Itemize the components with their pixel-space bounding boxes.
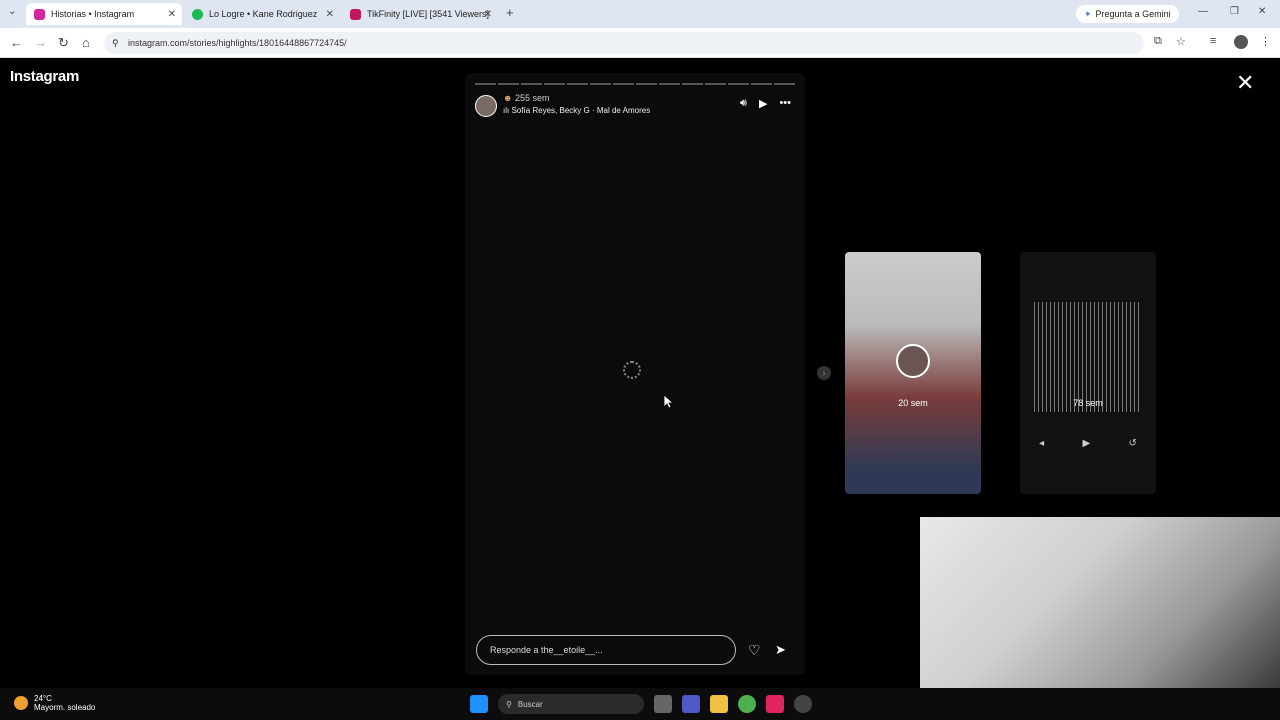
avatar: [896, 344, 930, 378]
tab-label: TikFinity [LIVE] [3541 Viewers]: [367, 9, 490, 19]
weather-widget[interactable]: 24°C Mayorm. soleado: [14, 694, 95, 712]
task-view-icon[interactable]: [654, 695, 672, 713]
volume-icon[interactable]: 🔊︎: [740, 97, 747, 110]
temperature: 24°C: [34, 694, 52, 703]
taskbar-icons: ⚲ Buscar: [470, 694, 812, 714]
taskbar-search[interactable]: ⚲ Buscar: [498, 694, 644, 714]
back-icon[interactable]: ←: [10, 35, 23, 50]
profile-avatar[interactable]: [1234, 35, 1248, 49]
new-tab-icon[interactable]: +: [506, 5, 514, 20]
instagram-logo[interactable]: Instagram: [10, 68, 79, 85]
tab-list-icon[interactable]: ⌄: [8, 6, 16, 17]
progress-segment: [498, 83, 519, 85]
story-time: ☻ 255 sem: [503, 93, 550, 103]
menu-kebab-icon[interactable]: ⋮: [1260, 35, 1271, 48]
site-info-icon[interactable]: ⚲: [112, 38, 119, 49]
search-icon: ⚲: [506, 699, 512, 709]
reply-input[interactable]: Responde a the__etoile__...: [476, 635, 736, 665]
play-icon: ▶: [1082, 438, 1091, 449]
verified-emoji-icon: ☻: [503, 93, 513, 103]
tikfinity-favicon-icon: [350, 8, 361, 20]
weather-text: Mayorm. soleado: [34, 703, 96, 712]
home-icon[interactable]: ⌂: [82, 35, 90, 50]
story-song-text: Sofía Reyes, Becky G · Mal de Amores: [511, 106, 651, 115]
tiktok-live-icon[interactable]: [766, 695, 784, 713]
minimize-icon[interactable]: —: [1198, 6, 1208, 17]
reload-icon[interactable]: ↻: [58, 35, 69, 51]
progress-segment: [682, 83, 703, 85]
spotify-favicon-icon: [192, 8, 203, 20]
story-progress-bar: [475, 83, 795, 85]
progress-segment: [751, 83, 772, 85]
next-story-preview[interactable]: 20 sem: [845, 252, 981, 494]
progress-segment: [613, 83, 634, 85]
chrome-icon[interactable]: [738, 695, 756, 713]
send-icon[interactable]: ➤: [775, 642, 786, 658]
instagram-favicon-icon: [34, 8, 45, 20]
teams-icon[interactable]: [682, 695, 700, 713]
browser-tab-bar: ⌄ Historias • Instagram ✕ Lo Logre • Kan…: [0, 0, 1280, 28]
music-bars-icon: ılı: [503, 106, 510, 115]
close-icon[interactable]: ✕: [168, 9, 176, 20]
tab-instagram[interactable]: Historias • Instagram ✕: [26, 3, 182, 25]
bookmark-star-icon[interactable]: ☆: [1176, 35, 1186, 48]
like-heart-icon[interactable]: ♡: [748, 642, 761, 659]
progress-segment: [636, 83, 657, 85]
preview-time: 78 sem: [1073, 398, 1103, 408]
progress-segment: [705, 83, 726, 85]
progress-segment: [521, 83, 542, 85]
tab-tikfinity[interactable]: TikFinity [LIVE] [3541 Viewers] ✕: [342, 3, 498, 25]
sun-icon: [14, 696, 28, 710]
gemini-icon: ✦: [1084, 8, 1092, 19]
windows-start-icon[interactable]: [470, 695, 488, 713]
next-arrow-icon[interactable]: ›: [817, 366, 831, 380]
reading-list-icon[interactable]: ≡: [1210, 35, 1216, 47]
app-icon[interactable]: [794, 695, 812, 713]
reset-icon: ↺: [1128, 438, 1137, 449]
gemini-button[interactable]: ✦ Pregunta a Gemini: [1076, 5, 1179, 23]
close-stories-icon[interactable]: ✕: [1236, 70, 1254, 96]
restore-icon[interactable]: ❐: [1230, 6, 1239, 17]
avatar[interactable]: [475, 95, 497, 117]
audio-waveform: [1034, 302, 1142, 412]
progress-segment: [567, 83, 588, 85]
story-song[interactable]: ılı Sofía Reyes, Becky G · Mal de Amores: [503, 106, 650, 115]
preview-time: 20 sem: [898, 398, 928, 408]
story-controls: 🔊︎ ▶ •••: [740, 97, 791, 110]
tab-spotify[interactable]: Lo Logre • Kane Rodriguez ✕: [184, 3, 340, 25]
gemini-label: Pregunta a Gemini: [1095, 9, 1171, 19]
progress-segment: [774, 83, 795, 85]
story-time-text: 255 sem: [515, 93, 550, 103]
play-icon[interactable]: ▶: [759, 97, 767, 110]
preview-controls: ◂ ▶ ↺: [1020, 438, 1156, 449]
progress-segment: [728, 83, 749, 85]
reply-placeholder: Responde a the__etoile__...: [490, 645, 603, 655]
close-icon[interactable]: ✕: [326, 9, 334, 20]
progress-segment: [659, 83, 680, 85]
windows-taskbar: 24°C Mayorm. soleado ⚲ Buscar: [0, 688, 1280, 720]
window-close-icon[interactable]: ✕: [1258, 6, 1266, 17]
mouse-cursor-icon: [664, 395, 674, 409]
tab-label: Historias • Instagram: [51, 9, 135, 19]
story-viewer[interactable]: ☻ 255 sem ılı Sofía Reyes, Becky G · Mal…: [465, 73, 805, 675]
file-explorer-icon[interactable]: [710, 695, 728, 713]
next-story-preview[interactable]: 78 sem ◂ ▶ ↺: [1020, 252, 1156, 494]
tab-label: Lo Logre • Kane Rodriguez: [209, 9, 318, 19]
install-app-icon[interactable]: ⧉: [1154, 35, 1162, 48]
address-bar-row: ← → ↻ ⌂ ⚲ instagram.com/stories/highligh…: [0, 28, 1280, 58]
prev-icon: ◂: [1039, 438, 1045, 449]
loading-spinner-icon: [623, 361, 641, 379]
webcam-overlay: [920, 517, 1280, 688]
search-placeholder: Buscar: [517, 699, 543, 709]
progress-segment: [590, 83, 611, 85]
more-options-icon[interactable]: •••: [779, 97, 791, 110]
progress-segment: [544, 83, 565, 85]
close-icon[interactable]: ✕: [484, 9, 492, 20]
url-field[interactable]: ⚲ instagram.com/stories/highlights/18016…: [104, 32, 1144, 54]
forward-icon[interactable]: →: [34, 35, 47, 50]
url-text: instagram.com/stories/highlights/1801644…: [128, 38, 347, 48]
progress-segment: [475, 83, 496, 85]
